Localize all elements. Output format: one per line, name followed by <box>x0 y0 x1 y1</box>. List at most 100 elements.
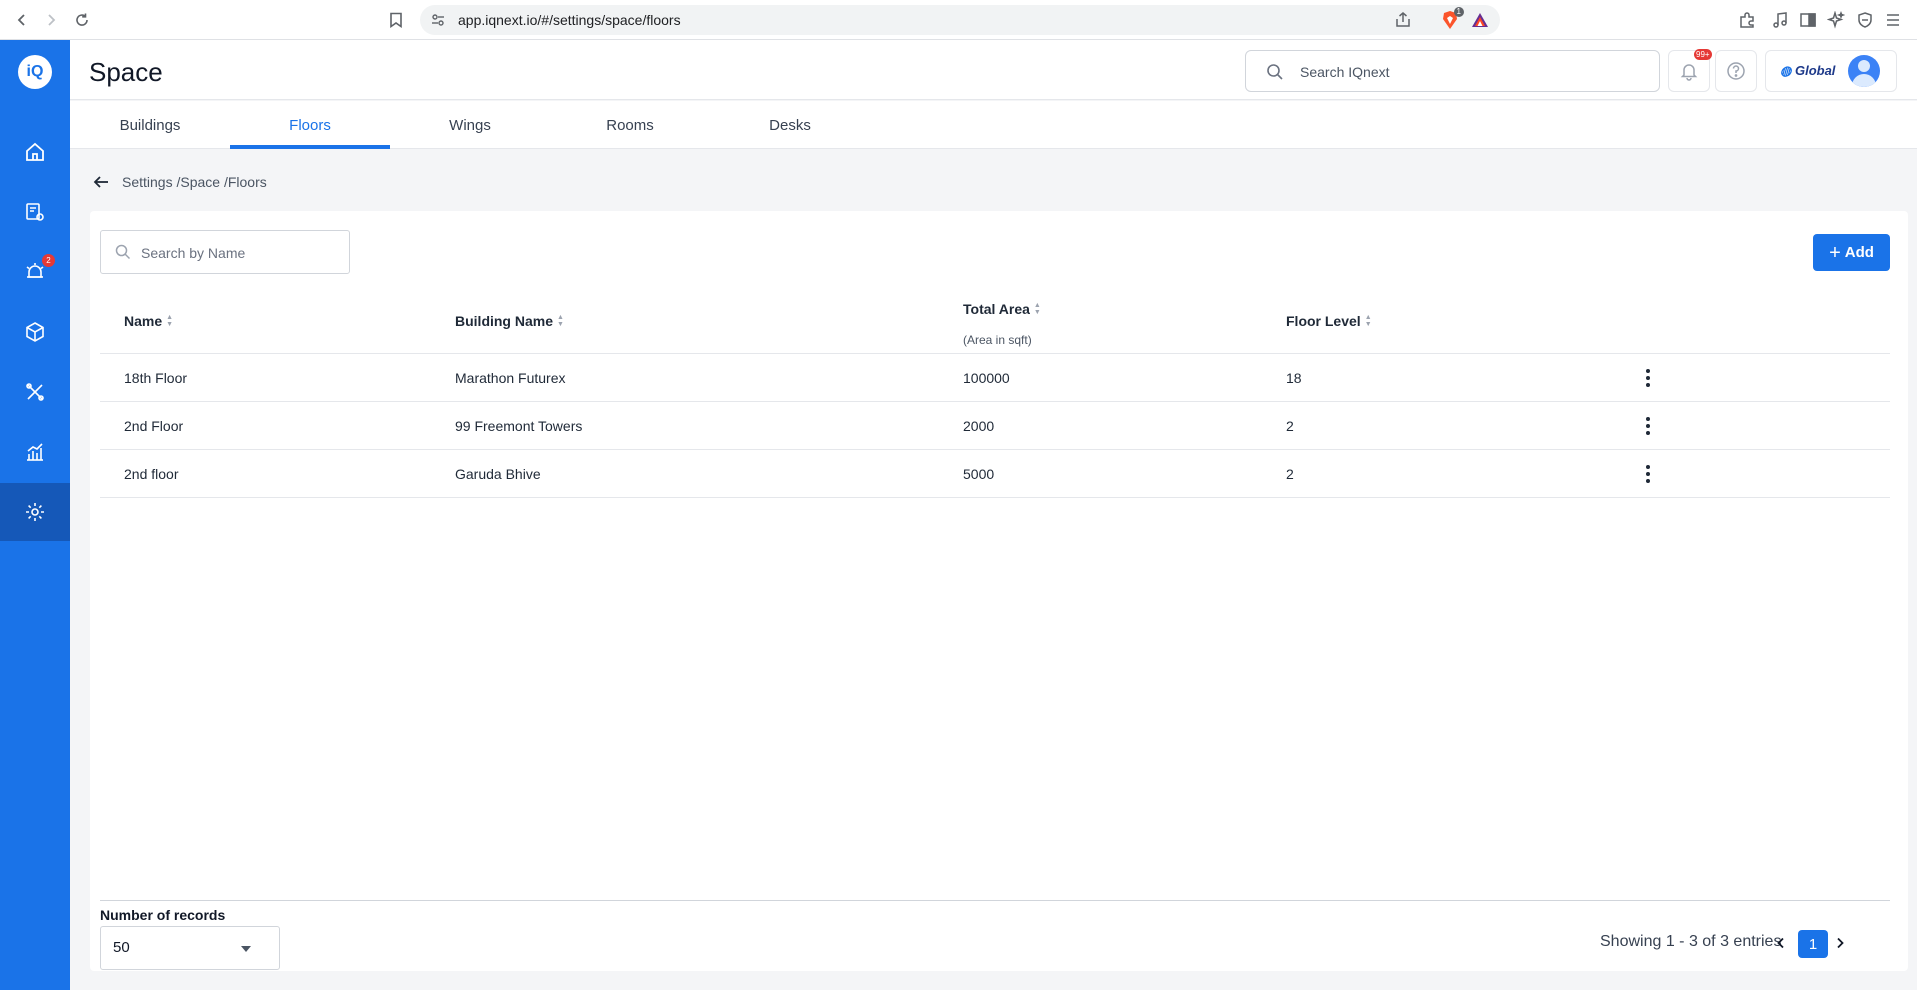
name-search[interactable] <box>100 230 350 274</box>
url-text[interactable]: app.iqnext.io/#/settings/space/floors <box>458 12 681 28</box>
analytics-icon <box>27 443 43 461</box>
help-icon <box>1727 62 1745 80</box>
browser-menu-icon[interactable] <box>1882 9 1904 31</box>
share-icon[interactable] <box>1394 11 1412 29</box>
sidebar-item-alerts[interactable]: 2 <box>0 243 70 301</box>
column-header-name[interactable]: Name ▲ ▼ <box>124 313 173 329</box>
asset-settings-icon <box>26 203 44 221</box>
column-level-label: Floor Level <box>1286 313 1361 329</box>
brand-name: Global <box>1794 63 1836 78</box>
sidebar-item-home[interactable] <box>0 123 70 181</box>
back-arrow-icon[interactable] <box>92 172 112 192</box>
ai-assistant-icon[interactable] <box>1825 9 1847 31</box>
chevron-down-icon <box>241 946 251 952</box>
table-row[interactable]: 2nd Floor 99 Freemont Towers 2000 2 <box>100 402 1890 450</box>
sidebar-item-asset-settings[interactable] <box>0 183 70 241</box>
site-settings-icon[interactable] <box>430 12 446 28</box>
rewards-icon[interactable] <box>1470 10 1490 30</box>
sort-icon[interactable]: ▲ ▼ <box>1034 302 1041 316</box>
tab-rooms[interactable]: Rooms <box>550 101 710 149</box>
column-header-area[interactable]: Total Area ▲ ▼ <box>963 301 1041 317</box>
cell-area: 2000 <box>963 418 995 434</box>
page-title: Space <box>89 57 163 87</box>
sidebar-item-maintenance[interactable] <box>0 363 70 421</box>
sidebar-item-analytics[interactable] <box>0 423 70 481</box>
row-actions-kebab-icon[interactable] <box>1638 368 1658 388</box>
gear-icon <box>26 503 44 521</box>
breadcrumb: Settings /Space /Floors <box>92 170 267 194</box>
table-row[interactable]: 2nd floor Garuda Bhive 5000 2 <box>100 450 1890 498</box>
tools-icon <box>26 383 44 401</box>
prev-page-icon[interactable] <box>1773 933 1789 953</box>
bell-icon <box>1680 64 1698 81</box>
cell-level: 18 <box>1286 370 1302 386</box>
sort-icon[interactable]: ▲ ▼ <box>557 314 564 328</box>
music-icon[interactable] <box>1769 9 1791 31</box>
space-tabs: Buildings Floors Wings Rooms Desks <box>70 101 1917 149</box>
page-number-current[interactable]: 1 <box>1798 930 1828 958</box>
showing-entries: Showing 1 - 3 of 3 entries <box>1600 933 1782 950</box>
records-per-page-select[interactable]: 50 <box>100 926 280 970</box>
brave-shields-icon[interactable]: 1 <box>1440 7 1464 30</box>
tab-desks[interactable]: Desks <box>710 101 870 149</box>
extensions-icon[interactable] <box>1736 9 1758 31</box>
floors-table-card: +Add Name ▲▼ Building Name ▲▼ Total Area… <box>90 211 1908 971</box>
browser-back-icon[interactable] <box>10 8 34 32</box>
cell-level: 2 <box>1286 466 1294 482</box>
alerts-badge: 2 <box>42 254 55 267</box>
app-header: Space 99+ ◍ Global <box>70 40 1917 100</box>
cell-building: Marathon Futurex <box>455 370 566 386</box>
column-area-label: Total Area <box>963 301 1030 317</box>
sort-icon[interactable]: ▲ ▼ <box>166 314 173 328</box>
bookmark-icon[interactable] <box>385 9 407 31</box>
cell-name: 18th Floor <box>124 370 188 386</box>
column-header-building[interactable]: Building Name ▲ ▼ <box>455 313 564 329</box>
help-button[interactable] <box>1715 50 1757 92</box>
sort-icon[interactable]: ▲ ▼ <box>1365 314 1372 328</box>
sidebar-item-assets[interactable] <box>0 303 70 361</box>
iqnext-logo[interactable]: iQ <box>18 55 52 89</box>
table-header: Name ▲ ▼ Building Name ▲ ▼ Total Area ▲ ▼ (… <box>100 291 1890 354</box>
tab-buildings[interactable]: Buildings <box>70 101 230 149</box>
profile-menu[interactable]: ◍ Global <box>1765 50 1897 92</box>
app-sidebar: iQ 2 <box>0 40 70 990</box>
add-label: Add <box>1844 244 1874 261</box>
cell-building: Garuda Bhive <box>455 466 541 482</box>
column-area-unit: (Area in sqft) <box>963 333 1032 347</box>
row-actions-kebab-icon[interactable] <box>1638 416 1658 436</box>
add-floor-button[interactable]: + Add <box>1813 234 1890 271</box>
browser-forward-icon[interactable] <box>39 8 63 32</box>
tab-floors[interactable]: Floors <box>230 101 390 149</box>
column-building-label: Building Name <box>455 313 554 329</box>
global-search[interactable] <box>1245 50 1660 92</box>
name-search-input[interactable] <box>141 243 341 263</box>
table-row[interactable]: 18th Floor Marathon Futurex 100000 18 <box>100 354 1890 402</box>
vpn-shield-icon[interactable] <box>1854 9 1876 31</box>
home-icon <box>26 142 44 161</box>
breadcrumb-text[interactable]: Settings /Space /Floors <box>122 174 267 190</box>
row-actions-kebab-icon[interactable] <box>1638 464 1658 484</box>
next-page-icon[interactable] <box>1832 933 1848 953</box>
browser-toolbar: app.iqnext.io/#/settings/space/floors 1 <box>0 0 1917 40</box>
notifications-button[interactable]: 99+ <box>1668 49 1712 92</box>
sidebar-item-settings[interactable] <box>0 483 70 541</box>
browser-reload-icon[interactable] <box>70 8 94 32</box>
column-header-level[interactable]: Floor Level ▲ ▼ <box>1286 313 1372 329</box>
tab-wings[interactable]: Wings <box>390 101 550 149</box>
cell-name: 2nd floor <box>124 466 179 482</box>
records-label: Number of records <box>100 907 226 923</box>
search-icon <box>115 244 131 260</box>
avatar[interactable] <box>1848 55 1880 87</box>
brand-logo: ◍ Global <box>1780 63 1835 79</box>
notification-badge: 99+ <box>1694 49 1712 60</box>
address-bar[interactable]: app.iqnext.io/#/settings/space/floors 1 <box>420 5 1500 35</box>
cell-name: 2nd Floor <box>124 418 184 434</box>
search-icon <box>1267 64 1283 80</box>
sidebar-toggle-icon[interactable] <box>1797 9 1819 31</box>
globe-icon: ◍ <box>1780 63 1792 78</box>
footer-divider <box>100 900 1890 901</box>
cell-building: 99 Freemont Towers <box>455 418 583 434</box>
global-search-input[interactable] <box>1300 61 1640 83</box>
plus-icon: + <box>1829 241 1841 264</box>
records-value: 50 <box>113 939 130 956</box>
